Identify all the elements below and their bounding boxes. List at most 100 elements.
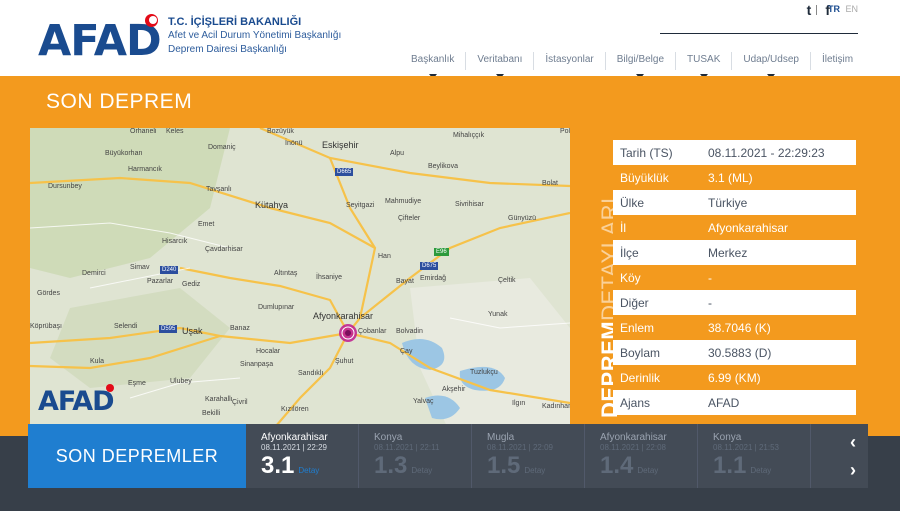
map-place-label: Kadınhanı [542, 403, 570, 410]
map-afad-logo: AFAD [38, 386, 115, 417]
detail-key: İl [620, 220, 626, 235]
map-place-label: Uşak [182, 326, 203, 336]
detail-value: 08.11.2021 - 22:29:23 [708, 145, 825, 160]
map-place-label: Dumlupınar [258, 304, 295, 311]
carousel-arrows: ‹ › [844, 428, 862, 484]
detail-key: Diğer [620, 295, 649, 310]
detail-key: Tarih (TS) [620, 145, 673, 160]
map-place-label: Hisarcık [162, 238, 188, 245]
map-place-label: Tavşanlı [206, 186, 232, 193]
quake-magnitude: 1.1 [713, 452, 747, 479]
map-place-label: İnönü [285, 140, 303, 147]
map-place-label: Kula [90, 358, 105, 365]
lang-divider [816, 4, 818, 15]
recent-quake-item[interactable]: Afyonkarahisar 08.11.2021 | 22:08 1.4 Detay [585, 424, 698, 488]
map-place-label: Çivril [232, 399, 248, 406]
header-divider [660, 33, 858, 34]
map-place-label: Seyitgazi [346, 202, 375, 209]
nav-item[interactable]: Başkanlık [400, 52, 465, 79]
map-place-label: Ulubey [170, 378, 192, 385]
map-place-label: Köprübaşı [30, 323, 62, 330]
quake-place: Mugla [487, 432, 515, 443]
quake-map[interactable]: AFAD Eskişehir Kütahya Afyonkarahisar Uşak A… [30, 128, 570, 433]
detail-key: Ülke [620, 195, 645, 210]
section-title: SON DEPREM [46, 90, 193, 113]
detail-value: Türkiye [708, 195, 748, 210]
map-place-label: Hocalar [256, 348, 281, 355]
quake-detail-link[interactable]: Detay [637, 466, 658, 475]
language-switcher: TR EN [816, 4, 858, 15]
map-place-label: Bolvadin [396, 328, 423, 335]
map-place-label: Alpu [390, 150, 405, 157]
map-place-label: Polatlı [560, 128, 570, 135]
lang-en[interactable]: EN [845, 4, 858, 14]
org-presidency: Afet ve Acil Durum Yönetimi Başkanlığı [168, 30, 342, 41]
quake-detail-link[interactable]: Detay [524, 466, 545, 475]
twitter-icon[interactable]: t [807, 2, 812, 18]
detail-key: Boylam [620, 345, 661, 360]
nav-item[interactable]: TUSAK [675, 52, 731, 79]
map-place-label: Gediz [182, 281, 201, 288]
afad-logo[interactable]: AFAD [38, 20, 162, 63]
lang-tr[interactable]: TR [828, 4, 840, 14]
detail-row: İl Afyonkarahisar [613, 215, 856, 240]
quake-place: Konya [374, 432, 403, 443]
quake-place: Afyonkarahisar [261, 432, 328, 443]
detail-value: 6.99 (KM) [708, 370, 761, 385]
map-place-label: Çay [400, 348, 413, 355]
detail-row: Diğer - [613, 290, 856, 315]
map-place-label: Yalvaç [413, 398, 434, 405]
map-place-label: Sinanpaşa [240, 361, 274, 368]
quake-detail-link[interactable]: Detay [411, 466, 432, 475]
map-place-label: Eskişehir [322, 140, 359, 150]
quake-magnitude: 3.1 [261, 452, 295, 479]
detail-value: 30.5883 (D) [708, 345, 772, 360]
nav-item[interactable]: Bilgi/Belge [604, 52, 675, 79]
quake-detail-link[interactable]: Detay [298, 466, 319, 475]
nav-item[interactable]: İstasyonlar [533, 52, 604, 70]
map-logo-star-icon [106, 384, 114, 392]
nav-item-label: İstasyonlar [545, 54, 594, 65]
map-place-label: Emet [198, 221, 215, 228]
nav-item[interactable]: Udap/Udsep [731, 52, 810, 79]
nav-item[interactable]: İletişim [809, 52, 864, 70]
quake-detail-link[interactable]: Detay [750, 466, 771, 475]
map-place-label: Çavdarhisar [205, 246, 243, 253]
nav-item-label: Bilgi/Belge [616, 54, 665, 65]
recent-quake-item[interactable]: Afyonkarahisar 08.11.2021 | 22:29 3.1 Detay [246, 424, 359, 488]
map-place-label: Beylikova [428, 163, 458, 170]
recent-quake-item[interactable]: Konya 08.11.2021 | 22:11 1.3 Detay [359, 424, 472, 488]
nav-item[interactable]: Veritabanı [465, 52, 533, 79]
org-ministry: T.C. İÇİŞLERİ BAKANLIĞI [168, 16, 302, 28]
map-place-label: Çeltik [498, 277, 516, 284]
map-place-label: Banaz [230, 325, 250, 332]
map-place-label: Orhaneli [130, 128, 157, 135]
detail-value: - [708, 295, 712, 310]
quake-magnitude: 1.4 [600, 452, 634, 479]
map-place-label: Mihalıççık [453, 132, 485, 139]
map-place-label: Domaniç [208, 144, 236, 151]
recent-quake-item[interactable]: Konya 08.11.2021 | 21:53 1.1 Detay [698, 424, 811, 488]
map-place-label: Şuhut [335, 358, 354, 365]
detail-key: İlçe [620, 245, 639, 260]
org-department: Deprem Dairesi Başkanlığı [168, 44, 287, 55]
chevron-up-icon[interactable]: ‹ [844, 428, 862, 456]
map-place-label: Bekilli [202, 410, 221, 417]
detail-row: Ajans AFAD [613, 390, 856, 415]
map-place-label: Sandıklı [298, 370, 324, 377]
map-place-label: Kütahya [255, 200, 289, 210]
map-place-label: Çifteler [398, 215, 421, 222]
detail-row: Boylam 30.5883 (D) [613, 340, 856, 365]
detail-key: Enlem [620, 320, 655, 335]
nav-item-label: Başkanlık [411, 54, 455, 65]
map-place-label: Yunak [488, 311, 508, 318]
chevron-down-icon[interactable]: › [844, 456, 862, 484]
map-place-label: Çobanlar [358, 328, 387, 335]
detail-row: Büyüklük 3.1 (ML) [613, 165, 856, 190]
map-place-label: Emirdağ [420, 275, 447, 282]
detail-value: Afyonkarahisar [708, 220, 789, 235]
recent-quake-item[interactable]: Mugla 08.11.2021 | 22:09 1.5 Detay [472, 424, 585, 488]
recent-quakes-title: SON DEPREMLER [28, 424, 246, 488]
map-place-label: Bozüyük [267, 128, 294, 135]
road-badge: D240 [160, 266, 179, 274]
